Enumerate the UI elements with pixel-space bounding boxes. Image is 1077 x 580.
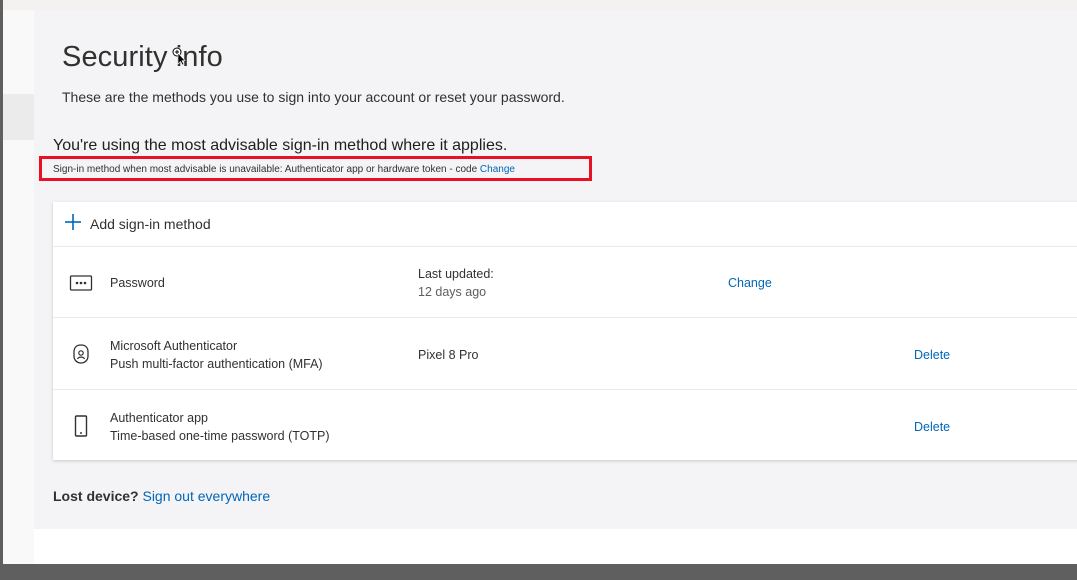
- method-sub: Push multi-factor authentication (MFA): [110, 357, 323, 371]
- lost-device-label: Lost device?: [53, 488, 139, 504]
- method-row-password: Password Last updated: 12 days ago Chang…: [53, 247, 1077, 318]
- method-row-authenticator-app: Authenticator app Time-based one-time pa…: [53, 390, 1077, 460]
- method-name: Password: [110, 276, 165, 290]
- methods-card: Add sign-in method Password Last updated…: [53, 202, 1077, 460]
- method-name: Microsoft Authenticator: [110, 339, 238, 353]
- method-row-microsoft-authenticator: Microsoft Authenticator Push multi-facto…: [53, 318, 1077, 390]
- fallback-method-text: Sign-in method when most advisable is un…: [53, 164, 515, 175]
- lost-device-line: Lost device? Sign out everywhere: [53, 488, 270, 504]
- authenticator-lock-icon: [73, 344, 89, 364]
- phone-icon: [74, 415, 88, 437]
- top-strip: [3, 0, 1077, 10]
- add-method-row[interactable]: Add sign-in method: [53, 202, 1077, 247]
- change-password-link[interactable]: Change: [728, 276, 772, 290]
- sign-out-everywhere-link[interactable]: Sign out everywhere: [142, 488, 270, 504]
- detail-label: Last updated:: [418, 267, 494, 281]
- delete-authenticator-app-link[interactable]: Delete: [914, 420, 950, 434]
- fallback-method-label: Sign-in method when most advisable is un…: [53, 164, 478, 175]
- page-title: Security info: [62, 41, 223, 73]
- below-content-area: [34, 529, 1077, 564]
- method-name: Authenticator app: [110, 411, 208, 425]
- mouse-cursor-icon: [172, 47, 186, 65]
- window-left-border: [0, 0, 3, 580]
- password-dots-icon: [69, 275, 93, 291]
- delete-authenticator-link[interactable]: Delete: [914, 348, 950, 362]
- advisable-method-text: You're using the most advisable sign-in …: [53, 137, 508, 154]
- fallback-change-link[interactable]: Change: [480, 164, 515, 175]
- sidebar-selected-band: [3, 94, 34, 140]
- method-sub: Time-based one-time password (TOTP): [110, 429, 330, 443]
- add-method-label: Add sign-in method: [90, 216, 211, 232]
- device-name: Pixel 8 Pro: [418, 348, 479, 362]
- page-subtitle: These are the methods you use to sign in…: [62, 89, 565, 105]
- window-bottom-bar: [0, 564, 1077, 580]
- plus-icon: [65, 214, 81, 230]
- detail-value: 12 days ago: [418, 285, 487, 299]
